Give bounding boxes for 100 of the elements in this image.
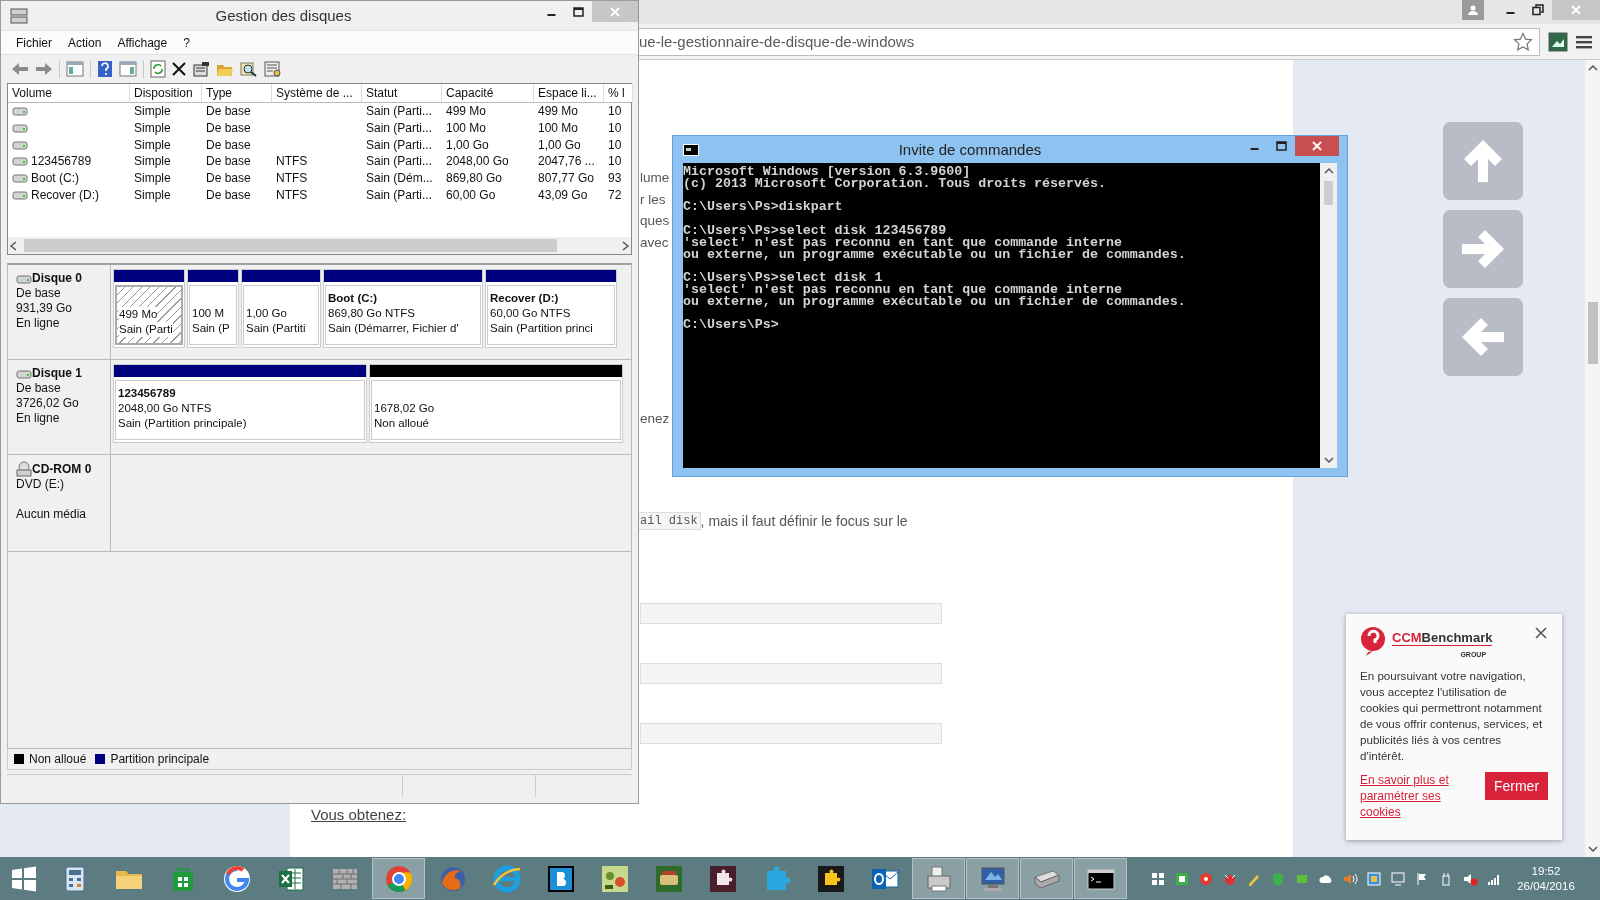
disk-name: Disque 1	[32, 366, 82, 381]
partition-title: Boot (C:)	[328, 291, 378, 306]
partition-info: 100 M	[192, 306, 224, 321]
cookie-notice-text: En poursuivant votre navigation, vous acceptez l'utilisation de cookies qui permettront notamment de vous offrir contenus, services, et publicités liés à vos centres d'intérêt.	[1360, 668, 1544, 764]
table-cell: Simple	[134, 137, 171, 152]
console-line: (c) 2013 Microsoft Corporation. Tous droits réservés.	[683, 177, 1106, 190]
close-button[interactable]: Fermer	[1485, 772, 1548, 800]
partition-info: 1,00 Go	[246, 306, 287, 321]
scroll-thumb[interactable]	[1324, 181, 1333, 205]
maximize-icon	[1276, 141, 1287, 151]
scroll-down-icon[interactable]	[1323, 456, 1334, 464]
input-field[interactable]	[640, 662, 942, 684]
window-title: Gestion des disques	[214, 7, 353, 24]
panel-icon[interactable]	[119, 61, 137, 77]
profile-button[interactable]	[1462, 0, 1484, 20]
menu-icon[interactable]	[1576, 34, 1592, 49]
scrollbar[interactable]	[8, 237, 631, 254]
scroll-up-icon[interactable]	[1323, 167, 1334, 175]
partition-block[interactable]: 100 M Sain (P	[187, 269, 239, 348]
table-cell: 43,09 Go	[538, 187, 588, 202]
disk-name: Disque 0	[32, 271, 82, 286]
logo-mark-icon	[1360, 626, 1388, 656]
scroll-up-icon[interactable]	[1587, 64, 1598, 72]
table-cell: 807,77 Go	[538, 171, 595, 186]
forward-arrow-icon[interactable]	[35, 62, 53, 76]
star-icon[interactable]	[1513, 31, 1533, 52]
table-cell: 1,00 Go	[446, 137, 489, 152]
extension-icon[interactable]	[1548, 31, 1568, 52]
disk-info: 931,39 Go	[16, 301, 73, 316]
table-cell: Sain (Parti...	[366, 154, 433, 169]
maximize-icon	[573, 6, 584, 17]
table-cell: 60,00 Go	[446, 187, 496, 202]
close-icon	[1534, 626, 1548, 640]
menu-item[interactable]: Affichage	[109, 35, 176, 50]
partition-info: 1678,02 Go	[374, 401, 435, 416]
minimize-icon	[547, 13, 556, 16]
window-title: Invite de commandes	[897, 141, 1043, 158]
window-icon[interactable]	[1150, 870, 1166, 887]
partition-info: Sain (P	[192, 321, 230, 336]
table-cell: 72	[608, 187, 622, 202]
clock[interactable]: 19:52 26/04/2016	[1506, 863, 1586, 894]
drive-icon	[12, 138, 28, 151]
close-button[interactable]	[1295, 136, 1339, 156]
scrollbar[interactable]	[1585, 60, 1600, 857]
paragraph-text: avec	[640, 233, 669, 252]
refresh-icon[interactable]	[150, 60, 166, 78]
disk-status: Aucun média	[16, 507, 87, 522]
partition-block[interactable]: 1678,02 Go Non alloué	[369, 364, 623, 443]
table-cell: Sain (Parti...	[366, 121, 433, 136]
menu-item[interactable]: ?	[175, 35, 198, 50]
windows-logo-icon	[11, 865, 37, 892]
address-bar[interactable]: ue-le-gestionnaire-de-disque-de-windows	[639, 27, 1540, 56]
table-cell: 123456789	[31, 154, 92, 169]
table-cell: 499 Mo	[446, 104, 487, 119]
table-cell: 10	[608, 104, 622, 119]
menu-item[interactable]: Action	[60, 35, 110, 50]
display-icon[interactable]	[1390, 870, 1406, 887]
console-line: Microsoft Windows [version 6.3.9600]	[683, 166, 971, 178]
delete-icon[interactable]	[172, 62, 186, 76]
scrollbar[interactable]	[1320, 163, 1337, 468]
learn-more-link[interactable]: En savoir plus et paramétrer ses cookies	[1360, 772, 1460, 820]
partition-block[interactable]: Boot (C:) 869,80 Go NTFS Sain (Démarrer, Fichier d'	[323, 269, 483, 348]
settings-icon[interactable]	[264, 61, 282, 77]
close-button[interactable]	[1534, 626, 1548, 640]
input-field[interactable]	[640, 722, 942, 744]
table-cell: De base	[206, 121, 251, 136]
keyboard-icon[interactable]	[1366, 870, 1382, 887]
console-line: ou externe, un programme exécutable ou un fichier de commandes.	[683, 248, 1186, 261]
restore-icon	[1532, 4, 1544, 16]
badge-icon[interactable]	[1198, 870, 1214, 887]
search-icon[interactable]	[240, 61, 258, 77]
menu-item[interactable]: Fichier	[8, 35, 60, 50]
table-cell: De base	[206, 154, 251, 169]
taskbar-button[interactable]	[1074, 858, 1127, 899]
table-cell: De base	[206, 171, 251, 186]
disk-drive-icon	[9, 6, 29, 25]
scroll-down-icon[interactable]	[1587, 845, 1598, 853]
console-icon	[683, 143, 699, 156]
table-cell: 10	[608, 154, 622, 169]
partition-block[interactable]: Recover (D:) 60,00 Go NTFS Sain (Partition princi	[485, 269, 617, 348]
partition-block[interactable]: 499 Mo Sain (Parti	[113, 269, 185, 348]
back-arrow-icon[interactable]	[11, 62, 29, 76]
table-cell: 2048,00 Go	[446, 154, 509, 169]
disk-info: De base	[16, 286, 61, 301]
console-line: 'select' n'est pas reconnu en tant que commande interne	[683, 283, 1122, 296]
disk-info: En ligne	[16, 411, 60, 426]
sheet-icon[interactable]	[1174, 870, 1190, 887]
help-icon[interactable]	[97, 60, 113, 78]
table-cell: 2047,76 ...	[538, 154, 595, 169]
close-icon	[1312, 141, 1322, 151]
underlined-heading: Vous obtenez:	[311, 805, 407, 823]
scroll-thumb[interactable]	[24, 239, 557, 252]
properties-icon[interactable]	[192, 61, 210, 77]
scroll-thumb[interactable]	[1587, 302, 1598, 364]
input-field[interactable]	[640, 602, 942, 624]
table-cell: 499 Mo	[538, 104, 579, 119]
panel-icon[interactable]	[66, 61, 84, 77]
partition-block[interactable]: 1,00 Go Sain (Partiti	[241, 269, 321, 348]
partition-block[interactable]: 123456789 2048,00 Go NTFS Sain (Partition principale)	[113, 364, 367, 443]
table-cell: Simple	[134, 171, 171, 186]
